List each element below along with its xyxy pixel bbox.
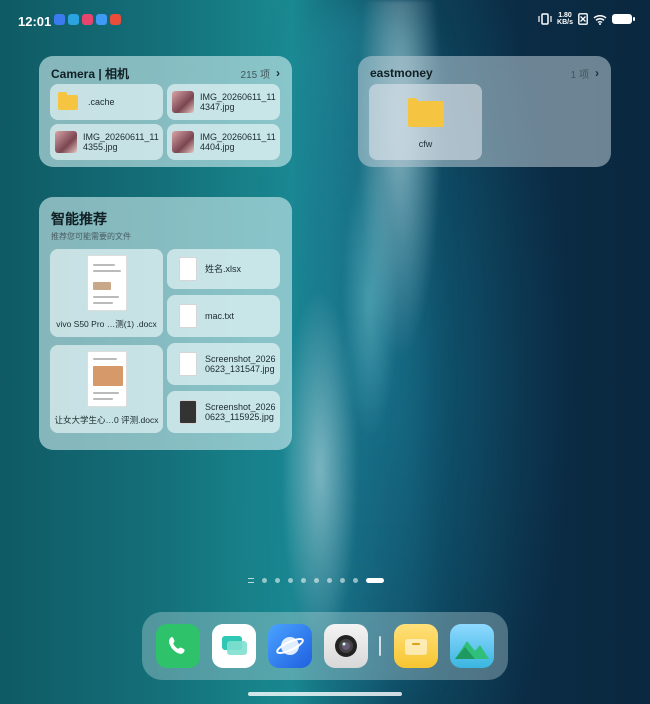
page-dot-active[interactable] (366, 578, 384, 583)
net-speed-unit: KB/s (557, 19, 573, 26)
messages-app-icon[interactable] (212, 624, 256, 668)
widget-title: 智能推荐 (51, 211, 107, 227)
item-count: 215 项 (240, 69, 270, 81)
page-dot[interactable] (340, 578, 345, 583)
widget-title: eastmoney (370, 66, 433, 80)
eastmoney-folder-widget[interactable]: eastmoney 1 项 › cfw (358, 56, 611, 167)
folder-item-cache[interactable]: .cache (50, 84, 163, 120)
file-name: 姓名.xlsx (205, 264, 242, 274)
image-file-item[interactable]: IMG_20260611_114355.jpg (50, 124, 163, 160)
file-name: IMG_20260611_114355.jpg (83, 132, 159, 152)
recommended-file-item[interactable]: mac.txt (167, 295, 280, 337)
document-thumbnail (86, 255, 127, 311)
status-indicators: 1.80 KB/s (538, 12, 635, 26)
page-dot[interactable] (262, 578, 267, 583)
telegram-icon (68, 14, 79, 25)
net-speed: 1.80 KB/s (557, 12, 573, 26)
screenshot-thumbnail (179, 352, 197, 376)
home-indicator[interactable] (248, 692, 402, 696)
camera-folder-widget[interactable]: Camera | 相机 215 项 › .cache IMG_20260611_… (39, 56, 292, 167)
gallery-app-icon[interactable] (450, 624, 494, 668)
page-dot[interactable] (314, 578, 319, 583)
browser-app-icon[interactable] (268, 624, 312, 668)
battery-icon (612, 14, 635, 24)
recommended-file-item[interactable]: Screenshot_20260623_115925.jpg (167, 391, 280, 433)
chevron-right-icon[interactable]: › (276, 66, 280, 80)
page-dot[interactable] (288, 578, 293, 583)
vibrate-icon (538, 13, 552, 25)
page-indicator[interactable] (248, 578, 384, 583)
file-name: 让女大学生心…0 评测.docx (54, 415, 159, 425)
phone-app-icon[interactable] (156, 624, 200, 668)
widget-title: Camera | 相机 (51, 66, 130, 81)
wifi-icon (593, 14, 607, 25)
image-file-item[interactable]: IMG_20260611_114404.jpg (167, 124, 280, 160)
folder-icon (58, 91, 78, 110)
dock-separator (379, 636, 381, 656)
text-file-thumbnail (179, 304, 197, 328)
spreadsheet-thumbnail (179, 257, 197, 281)
file-name: IMG_20260611_114404.jpg (200, 132, 276, 152)
clock: 12:01 (18, 14, 52, 29)
image-thumbnail (172, 131, 194, 153)
app-notification-icon (82, 14, 93, 25)
screenshot-thumbnail (179, 400, 197, 424)
recommended-file-item[interactable]: 让女大学生心…0 评测.docx (50, 345, 163, 433)
chevron-right-icon[interactable]: › (595, 66, 599, 80)
page-dot[interactable] (301, 578, 306, 583)
app-notification-icon (110, 14, 121, 25)
page-list-icon[interactable] (248, 578, 254, 583)
recommended-file-item[interactable]: Screenshot_20260623_131547.jpg (167, 343, 280, 385)
file-name: Screenshot_20260623_115925.jpg (205, 402, 276, 422)
app-notification-icon (54, 14, 65, 25)
page-dot[interactable] (275, 578, 280, 583)
smart-recommend-widget[interactable]: 智能推荐 推荐您可能需要的文件 vivo S50 Pro …测(1) .docx… (39, 197, 292, 450)
app-dock (142, 612, 508, 680)
no-sim-icon (578, 13, 588, 25)
app-notification-icon (96, 14, 107, 25)
net-speed-value: 1.80 (558, 12, 572, 19)
recommended-file-item[interactable]: 姓名.xlsx (167, 249, 280, 289)
folder-item-cfw[interactable]: cfw (369, 84, 482, 160)
file-name: IMG_20260611_114347.jpg (200, 92, 276, 112)
file-name: Screenshot_20260623_131547.jpg (205, 354, 276, 374)
widget-subtitle: 推荐您可能需要的文件 (51, 232, 131, 241)
file-name: vivo S50 Pro …测(1) .docx (56, 319, 157, 329)
folder-name: cfw (418, 139, 433, 149)
item-count: 1 项 (570, 69, 589, 81)
camera-app-icon[interactable] (324, 624, 368, 668)
document-thumbnail (86, 351, 127, 407)
image-file-item[interactable]: IMG_20260611_114347.jpg (167, 84, 280, 120)
recommended-file-item[interactable]: vivo S50 Pro …测(1) .docx (50, 249, 163, 337)
status-bar: 12:01 1.80 KB/s (0, 0, 650, 40)
file-manager-app-icon[interactable] (394, 624, 438, 668)
image-thumbnail (172, 91, 194, 113)
file-name: .cache (88, 97, 115, 107)
page-dot[interactable] (327, 578, 332, 583)
file-name: mac.txt (205, 311, 235, 321)
page-dot[interactable] (353, 578, 358, 583)
folder-icon (407, 98, 444, 127)
notification-icons (54, 14, 121, 25)
image-thumbnail (55, 131, 77, 153)
